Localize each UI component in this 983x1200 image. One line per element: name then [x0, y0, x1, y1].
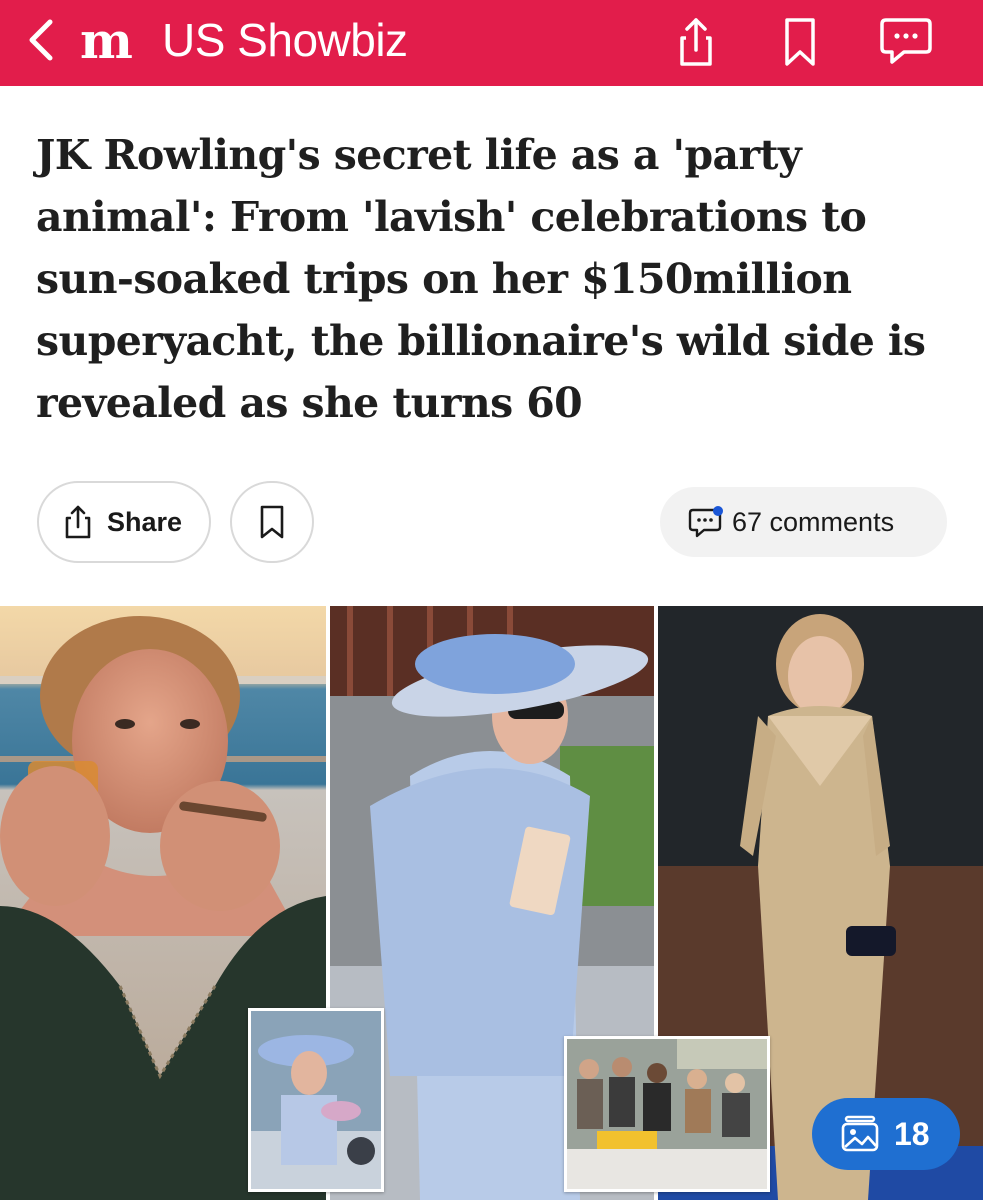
comment-icon: [688, 506, 723, 538]
mail-logo-icon[interactable]: m: [78, 11, 148, 70]
gallery-icon: [841, 1115, 879, 1152]
gallery-count-button[interactable]: 18: [812, 1098, 960, 1170]
header-comments-button[interactable]: [878, 14, 934, 70]
gallery-count: 18: [894, 1115, 930, 1152]
inset-photo-party-group[interactable]: [564, 1036, 770, 1192]
header-bookmark-button[interactable]: [772, 14, 828, 70]
comments-count-label: 67 comments: [732, 506, 895, 537]
back-button[interactable]: [26, 18, 56, 62]
comment-icon: [880, 18, 932, 64]
header-share-button[interactable]: [668, 14, 724, 70]
bookmark-icon: [785, 18, 815, 66]
svg-text:m: m: [80, 14, 133, 66]
section-title[interactable]: US Showbiz: [162, 12, 408, 68]
share-icon: [680, 18, 712, 66]
inset-photo-racecourse[interactable]: [248, 1008, 384, 1192]
save-button[interactable]: [230, 481, 314, 563]
top-navigation-bar: m US Showbiz: [0, 0, 983, 86]
comments-button[interactable]: 67 comments: [660, 487, 947, 557]
share-button[interactable]: Share: [37, 481, 211, 563]
unread-dot: [713, 506, 723, 516]
article-headline: JK Rowling's secret life as a 'party ani…: [36, 131, 926, 427]
share-button-label: Share: [107, 506, 183, 537]
share-icon: [65, 505, 91, 539]
bookmark-icon: [260, 505, 284, 539]
back-chevron-icon: [29, 19, 53, 61]
